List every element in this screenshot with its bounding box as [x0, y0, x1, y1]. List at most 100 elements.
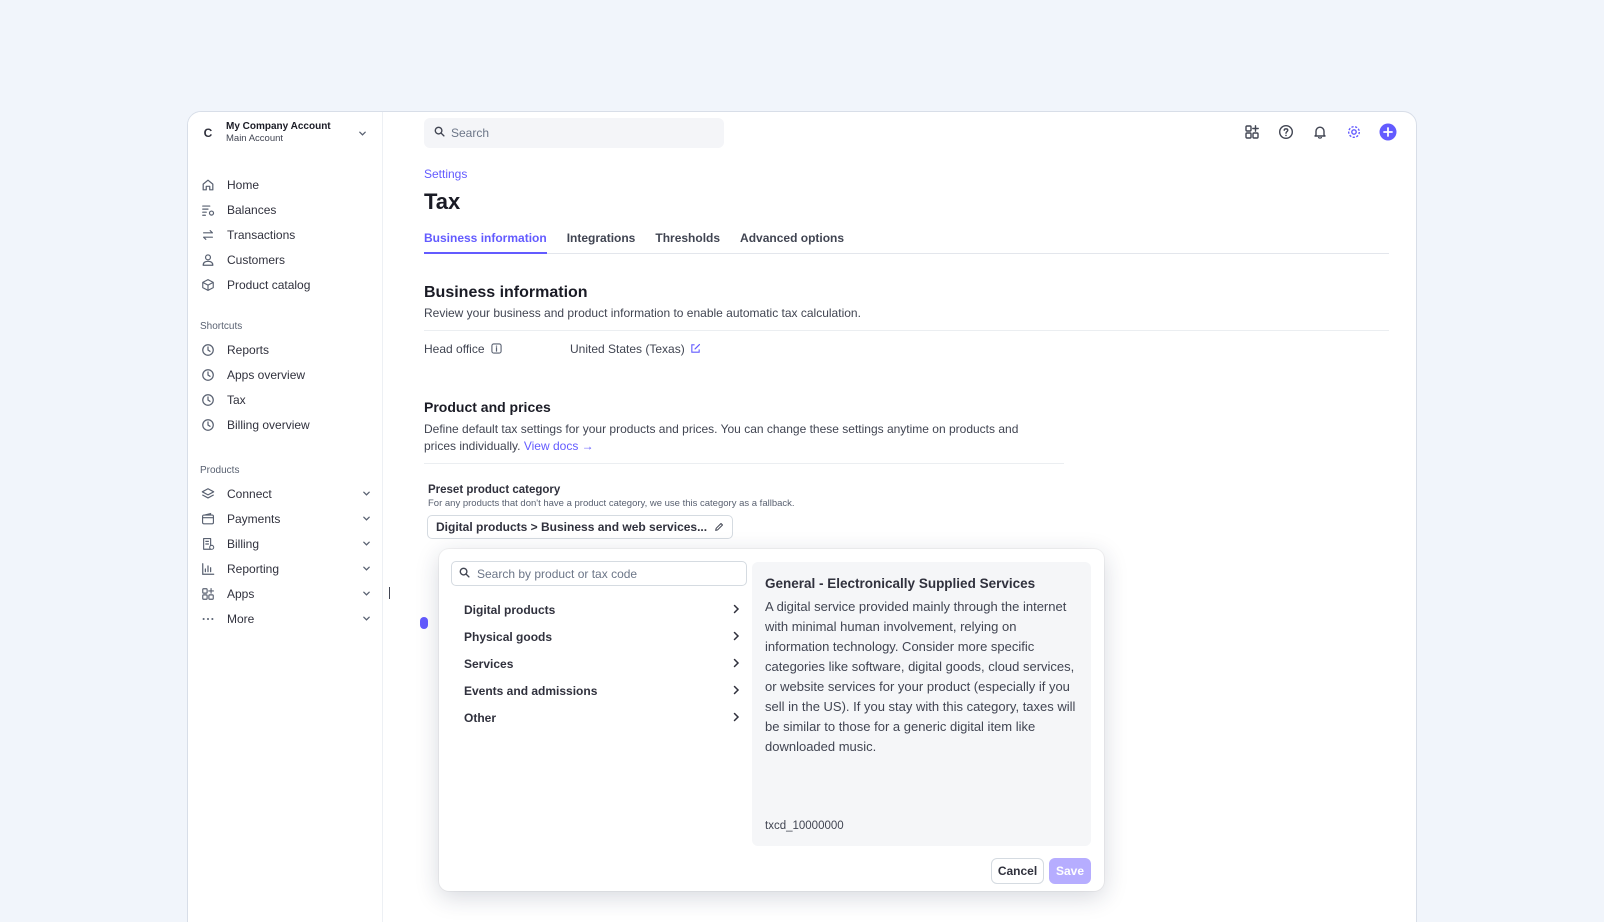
- products-heading: Products: [200, 465, 240, 476]
- products-nav: Products Connect Payments Billing Report…: [200, 461, 372, 631]
- account-sub: Main Account: [226, 133, 284, 144]
- business-info-desc: Review your business and product informa…: [424, 306, 861, 320]
- sidebar-item-customers[interactable]: Customers: [200, 247, 372, 272]
- search-icon: [459, 565, 470, 583]
- product-prices-heading: Product and prices: [424, 399, 551, 415]
- product-prices-text: Define default tax settings for your pro…: [424, 422, 1019, 453]
- sidebar-item-label: Balances: [227, 202, 277, 217]
- chevron-down-icon: [360, 563, 372, 575]
- chevron-right-icon: [731, 711, 741, 725]
- pencil-icon: [714, 522, 724, 532]
- balances-icon: [200, 202, 216, 218]
- view-docs-link[interactable]: View docs →: [524, 439, 594, 453]
- chevron-right-icon: [731, 657, 741, 671]
- category-list: Digital products Physical goods Services…: [451, 596, 747, 731]
- category-detail-title: General - Electronically Supplied Servic…: [765, 576, 1036, 591]
- sidebar-item-reporting[interactable]: Reporting: [200, 556, 372, 581]
- main-content: Settings Tax Business information Integr…: [424, 167, 1389, 539]
- top-bar: Search: [424, 118, 1416, 148]
- help-icon[interactable]: [1276, 122, 1296, 142]
- sidebar-item-label: Apps overview: [227, 367, 306, 382]
- sidebar-item-label: Customers: [227, 252, 286, 267]
- breadcrumb[interactable]: Settings: [424, 167, 1389, 181]
- preset-category-button[interactable]: Digital products > Business and web serv…: [427, 515, 734, 539]
- sidebar-item-apps-overview[interactable]: Apps overview: [200, 362, 372, 387]
- apps-icon: [200, 586, 216, 602]
- sidebar-item-payments[interactable]: Payments: [200, 506, 372, 531]
- text-cursor: [389, 587, 390, 599]
- sidebar-item-label: Reporting: [227, 561, 280, 576]
- category-services[interactable]: Services: [451, 650, 747, 677]
- sidebar-item-label: Apps: [227, 586, 255, 601]
- sidebar-item-transactions[interactable]: Transactions: [200, 222, 372, 247]
- tab-integrations[interactable]: Integrations: [567, 227, 636, 254]
- gear-icon[interactable]: [1344, 122, 1364, 142]
- chevron-right-icon: [731, 684, 741, 698]
- head-office-row: Head office United States (Texas): [424, 331, 1389, 366]
- category-detail-body: A digital service provided mainly throug…: [765, 599, 1076, 754]
- category-digital-products[interactable]: Digital products: [451, 596, 747, 623]
- chevron-down-icon: [360, 538, 372, 550]
- sidebar-item-billing-overview[interactable]: Billing overview: [200, 412, 372, 437]
- clock-icon: [200, 392, 216, 408]
- sidebar-item-product-catalog[interactable]: Product catalog: [200, 272, 372, 297]
- category-events-and-admissions[interactable]: Events and admissions: [451, 677, 747, 704]
- category-physical-goods[interactable]: Physical goods: [451, 623, 747, 650]
- box-icon: [200, 277, 216, 293]
- account-avatar: C: [203, 126, 213, 140]
- tax-code-search-input[interactable]: Search by product or tax code: [451, 561, 747, 586]
- main-nav: Home Balances Transactions Customers Pro…: [200, 172, 372, 297]
- sidebar-item-balances[interactable]: Balances: [200, 197, 372, 222]
- tab-business-information[interactable]: Business information: [424, 227, 547, 254]
- product-prices-desc: Define default tax settings for your pro…: [424, 421, 1034, 455]
- search-placeholder: Search: [451, 126, 490, 140]
- preset-category-help: For any products that don't have a produ…: [428, 498, 795, 509]
- page-title: Tax: [424, 189, 461, 214]
- category-label: Physical goods: [464, 629, 553, 644]
- edit-icon[interactable]: [690, 343, 701, 354]
- sidebar-item-label: Connect: [227, 486, 272, 501]
- layers-icon: [200, 486, 216, 502]
- info-icon[interactable]: [490, 343, 502, 354]
- sidebar-item-label: Home: [227, 177, 260, 192]
- top-actions: [1242, 122, 1398, 142]
- sidebar-item-reports[interactable]: Reports: [200, 337, 372, 362]
- sidebar-item-home[interactable]: Home: [200, 172, 372, 197]
- chevron-down-icon: [360, 588, 372, 600]
- shortcuts-heading: Shortcuts: [200, 321, 243, 332]
- more-icon: [200, 611, 216, 627]
- sidebar-item-label: Billing: [227, 536, 260, 551]
- sidebar-item-more[interactable]: More: [200, 606, 372, 631]
- wallet-icon: [200, 511, 216, 527]
- bar-chart-icon: [200, 561, 216, 577]
- category-picker-popover: Search by product or tax code Digital pr…: [439, 549, 1104, 891]
- sidebar-item-tax[interactable]: Tax: [200, 387, 372, 412]
- toggle-knob: [420, 617, 428, 629]
- chevron-down-icon: [360, 513, 372, 525]
- search-icon: [434, 124, 445, 142]
- category-label: Services: [464, 656, 514, 671]
- tab-thresholds[interactable]: Thresholds: [655, 227, 720, 254]
- sidebar-item-billing[interactable]: Billing: [200, 531, 372, 556]
- clock-icon: [200, 417, 216, 433]
- apps-icon[interactable]: [1242, 122, 1262, 142]
- account-switcher[interactable]: C My Company Account Main Account: [198, 120, 368, 146]
- clock-icon: [200, 367, 216, 383]
- sidebar-item-label: More: [227, 611, 255, 626]
- sidebar-item-connect[interactable]: Connect: [200, 481, 372, 506]
- search-input[interactable]: Search: [424, 118, 724, 148]
- tabs: Business information Integrations Thresh…: [424, 227, 1389, 254]
- save-button[interactable]: Save: [1049, 858, 1091, 884]
- category-label: Digital products: [464, 602, 556, 617]
- category-other[interactable]: Other: [451, 704, 747, 731]
- create-plus-icon[interactable]: [1378, 122, 1398, 142]
- preset-category-value: Digital products > Business and web serv…: [436, 520, 708, 534]
- head-office-label: Head office: [424, 341, 485, 356]
- sidebar-item-apps[interactable]: Apps: [200, 581, 372, 606]
- business-info-heading: Business information: [424, 284, 588, 301]
- tab-advanced-options[interactable]: Advanced options: [740, 227, 844, 254]
- home-icon: [200, 177, 216, 193]
- cancel-button[interactable]: Cancel: [991, 858, 1044, 884]
- bell-icon[interactable]: [1310, 122, 1330, 142]
- sidebar: C My Company Account Main Account Home B…: [188, 112, 383, 922]
